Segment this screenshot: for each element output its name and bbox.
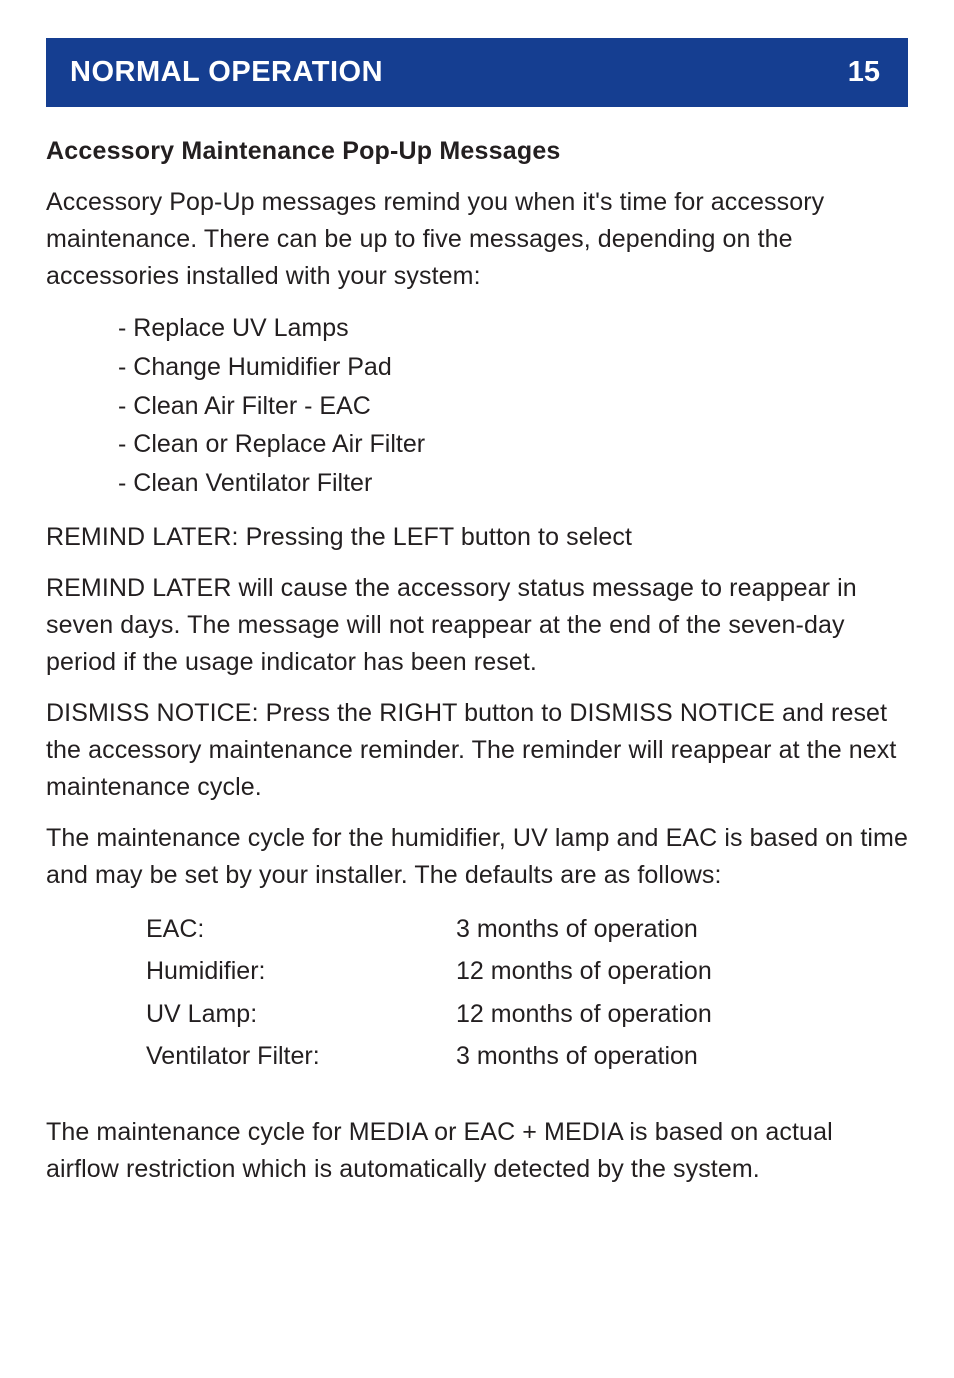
header-page-number: 15 (848, 56, 880, 89)
remind-later-heading: REMIND LATER: Pressing the LEFT button t… (46, 519, 908, 556)
defaults-label: Ventilator Filter: (146, 1035, 456, 1078)
list-item: - Change Humidifier Pad (118, 348, 908, 387)
list-item: - Clean or Replace Air Filter (118, 425, 908, 464)
table-row: Ventilator Filter: 3 months of operation (146, 1035, 908, 1078)
defaults-value: 3 months of operation (456, 1035, 908, 1078)
list-item: - Replace UV Lamps (118, 309, 908, 348)
message-list: - Replace UV Lamps - Change Humidifier P… (46, 309, 908, 503)
page-container: NORMAL OPERATION 15 Accessory Maintenanc… (0, 0, 954, 1242)
list-item: - Clean Ventilator Filter (118, 464, 908, 503)
defaults-intro-paragraph: The maintenance cycle for the humidifier… (46, 820, 908, 894)
defaults-table: EAC: 3 months of operation Humidifier: 1… (46, 908, 908, 1078)
table-row: EAC: 3 months of operation (146, 908, 908, 951)
defaults-value: 12 months of operation (456, 993, 908, 1036)
defaults-value: 3 months of operation (456, 908, 908, 951)
header-bar: NORMAL OPERATION 15 (46, 38, 908, 107)
intro-paragraph: Accessory Pop-Up messages remind you whe… (46, 184, 908, 295)
dismiss-notice-paragraph: DISMISS NOTICE: Press the RIGHT button t… (46, 695, 908, 806)
list-item: - Clean Air Filter - EAC (118, 387, 908, 426)
defaults-label: EAC: (146, 908, 456, 951)
table-row: UV Lamp: 12 months of operation (146, 993, 908, 1036)
defaults-label: Humidifier: (146, 950, 456, 993)
media-note-paragraph: The maintenance cycle for MEDIA or EAC +… (46, 1114, 908, 1188)
section-subheading: Accessory Maintenance Pop-Up Messages (46, 137, 908, 166)
remind-later-paragraph: REMIND LATER will cause the accessory st… (46, 570, 908, 681)
header-title: NORMAL OPERATION (70, 56, 383, 89)
table-row: Humidifier: 12 months of operation (146, 950, 908, 993)
defaults-value: 12 months of operation (456, 950, 908, 993)
defaults-label: UV Lamp: (146, 993, 456, 1036)
